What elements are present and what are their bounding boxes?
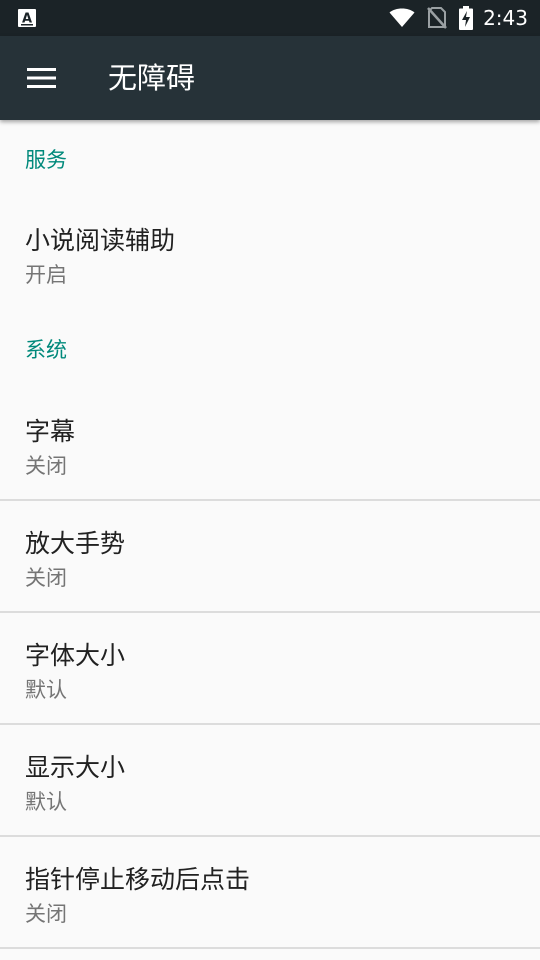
pref-title: 显示大小 bbox=[25, 753, 126, 782]
section-header-services: 服务 bbox=[25, 148, 67, 172]
pref-title: 字体大小 bbox=[25, 641, 126, 670]
pref-item-click-after-pointer-stops[interactable]: 指针停止移动后点击 关闭 bbox=[0, 837, 540, 949]
status-icons: 2:43 bbox=[377, 0, 528, 36]
pref-item-display-size[interactable]: 显示大小 默认 bbox=[0, 725, 540, 837]
pref-item-font-size[interactable]: 字体大小 默认 bbox=[0, 613, 540, 725]
no-sim-icon bbox=[427, 7, 448, 29]
page-title: 无障碍 bbox=[108, 61, 196, 95]
status-bar: A 2:43 bbox=[0, 0, 540, 36]
pref-summary: 关闭 bbox=[25, 566, 67, 590]
pref-summary: 开启 bbox=[25, 263, 67, 287]
accessibility-a-icon: A bbox=[18, 9, 36, 27]
wifi-icon bbox=[389, 8, 415, 28]
pref-item-captions[interactable]: 字幕 关闭 bbox=[0, 389, 540, 501]
pref-summary: 默认 bbox=[25, 790, 67, 814]
pref-title: 小说阅读辅助 bbox=[25, 226, 176, 255]
pref-summary: 关闭 bbox=[25, 454, 67, 478]
app-bar: 无障碍 bbox=[0, 36, 540, 120]
pref-item-novel-reading-assist[interactable]: 小说阅读辅助 开启 bbox=[0, 198, 540, 310]
status-time: 2:43 bbox=[483, 6, 528, 30]
pref-summary: 默认 bbox=[25, 678, 67, 702]
section-header-system: 系统 bbox=[25, 338, 67, 362]
battery-charging-icon bbox=[459, 6, 474, 30]
pref-title: 字幕 bbox=[25, 417, 76, 446]
pref-title: 放大手势 bbox=[25, 529, 126, 558]
pref-title: 指针停止移动后点击 bbox=[25, 865, 251, 894]
pref-item-magnification-gestures[interactable]: 放大手势 关闭 bbox=[0, 501, 540, 613]
settings-list: 服务 小说阅读辅助 开启 系统 字幕 关闭 放大手势 关闭 字体大小 默认 显示… bbox=[0, 120, 540, 949]
hamburger-menu-icon[interactable] bbox=[27, 67, 57, 89]
pref-summary: 关闭 bbox=[25, 902, 67, 926]
